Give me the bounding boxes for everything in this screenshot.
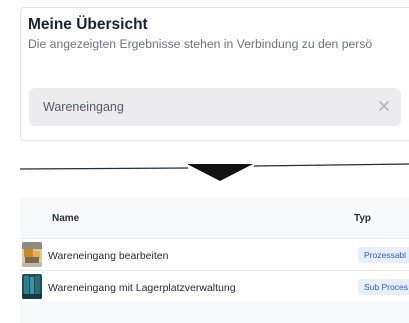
process-thumbnail — [22, 242, 42, 267]
type-badge: Prozessabl — [358, 247, 409, 263]
table-row[interactable]: Wareneingang bearbeiten Prozessabl — [20, 238, 409, 270]
row-name[interactable]: Wareneingang bearbeiten — [48, 250, 168, 262]
close-icon[interactable] — [376, 98, 392, 114]
search-input-value[interactable]: Wareneingang — [43, 100, 124, 114]
section-divider — [19, 163, 409, 181]
process-thumbnail — [22, 274, 42, 299]
column-header-name[interactable]: Name — [52, 213, 79, 224]
table-row[interactable]: Wareneingang mit Lagerplatzverwaltung Su… — [20, 270, 409, 302]
type-badge: Sub Proces — [358, 279, 409, 295]
overview-subtitle: Die angezeigten Ergebnisse stehen in Ver… — [28, 37, 373, 51]
column-header-type[interactable]: Typ — [354, 213, 371, 224]
search-field[interactable]: Wareneingang — [29, 88, 401, 126]
overview-card: Meine Übersicht Die angezeigten Ergebnis… — [20, 7, 409, 141]
overview-title: Meine Übersicht — [28, 16, 148, 33]
results-table: Name Typ Wareneingang bearbeiten Prozess… — [20, 198, 409, 323]
triangle-down-icon — [187, 164, 253, 181]
table-header: Name Typ — [20, 198, 409, 238]
row-name[interactable]: Wareneingang mit Lagerplatzverwaltung — [48, 282, 236, 294]
